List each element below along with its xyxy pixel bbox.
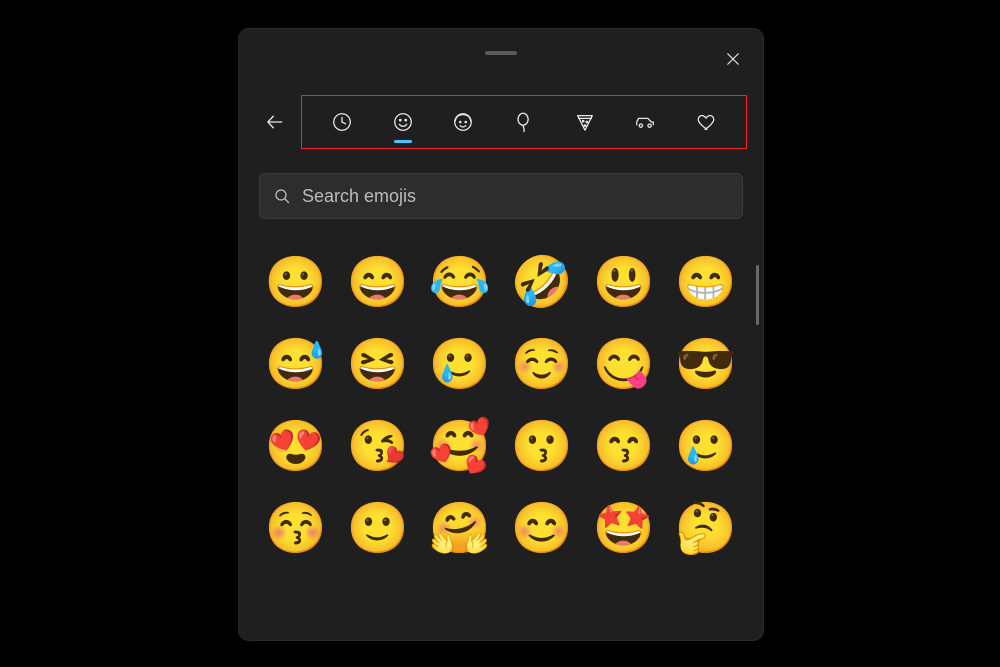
emoji-smiling-smiling-eyes[interactable]: 😊 <box>505 493 579 565</box>
emoji-slightly-smiling[interactable]: 🙂 <box>341 493 415 565</box>
back-button[interactable] <box>255 102 295 142</box>
category-travel[interactable] <box>623 99 667 145</box>
category-food[interactable] <box>563 99 607 145</box>
category-smileys[interactable] <box>381 99 425 145</box>
recent-icon <box>331 111 353 133</box>
emoji-thinking-face[interactable]: 🤔 <box>669 493 743 565</box>
emoji-grinning-face[interactable]: 😀 <box>259 247 333 319</box>
search-input[interactable] <box>302 186 728 207</box>
category-people[interactable] <box>441 99 485 145</box>
emoji-heart-eyes[interactable]: 😍 <box>259 411 333 483</box>
emoji-beaming-face[interactable]: 😁 <box>669 247 743 319</box>
emoji-smiling-tear-2[interactable]: 🥲 <box>669 411 743 483</box>
scrollbar-thumb[interactable] <box>756 265 759 325</box>
header-row <box>255 95 747 149</box>
emoji-rolling-on-floor-laughing[interactable]: 🤣 <box>505 247 579 319</box>
emoji-face-blowing-kiss[interactable]: 😘 <box>341 411 415 483</box>
emoji-kissing-smiling-eyes[interactable]: 😙 <box>587 411 661 483</box>
emoji-smiling-hearts[interactable]: 🥰 <box>423 411 497 483</box>
emoji-grinning-squinting[interactable]: 😆 <box>341 329 415 401</box>
emoji-face-savoring-food[interactable]: 😋 <box>587 329 661 401</box>
emoji-smiling-face[interactable]: ☺️ <box>505 329 579 401</box>
search-box[interactable] <box>259 173 743 219</box>
emoji-grinning-big-eyes[interactable]: 😃 <box>587 247 661 319</box>
category-recent[interactable] <box>320 99 364 145</box>
back-arrow-icon <box>265 112 285 132</box>
emoji-kissing-face[interactable]: 😗 <box>505 411 579 483</box>
category-symbols[interactable] <box>684 99 728 145</box>
emoji-grinning-smiling-eyes[interactable]: 😄 <box>341 247 415 319</box>
drag-handle[interactable] <box>485 51 517 55</box>
search-icon <box>274 188 290 204</box>
smiley-face-icon <box>392 111 414 133</box>
heart-icon <box>695 111 717 133</box>
emoji-grid: 😀😄😂🤣😃😁😅😆🥲☺️😋😎😍😘🥰😗😙🥲😚🙂🤗😊🤩🤔 <box>259 247 751 565</box>
close-button[interactable] <box>717 43 749 75</box>
close-icon <box>726 52 740 66</box>
emoji-kissing-closed-eyes[interactable]: 😚 <box>259 493 333 565</box>
emoji-hugging-face[interactable]: 🤗 <box>423 493 497 565</box>
emoji-face-tears-of-joy[interactable]: 😂 <box>423 247 497 319</box>
emoji-smiling-tear[interactable]: 🥲 <box>423 329 497 401</box>
emoji-picker-panel: 😀😄😂🤣😃😁😅😆🥲☺️😋😎😍😘🥰😗😙🥲😚🙂🤗😊🤩🤔 <box>239 29 763 640</box>
people-icon <box>452 111 474 133</box>
emoji-grid-wrap: 😀😄😂🤣😃😁😅😆🥲☺️😋😎😍😘🥰😗😙🥲😚🙂🤗😊🤩🤔 <box>259 247 751 640</box>
car-icon <box>634 111 656 133</box>
emoji-smiling-sunglasses[interactable]: 😎 <box>669 329 743 401</box>
emoji-star-struck[interactable]: 🤩 <box>587 493 661 565</box>
emoji-grinning-sweat[interactable]: 😅 <box>259 329 333 401</box>
category-bar <box>301 95 747 149</box>
balloon-icon <box>513 111 535 133</box>
category-events[interactable] <box>502 99 546 145</box>
pizza-icon <box>574 111 596 133</box>
